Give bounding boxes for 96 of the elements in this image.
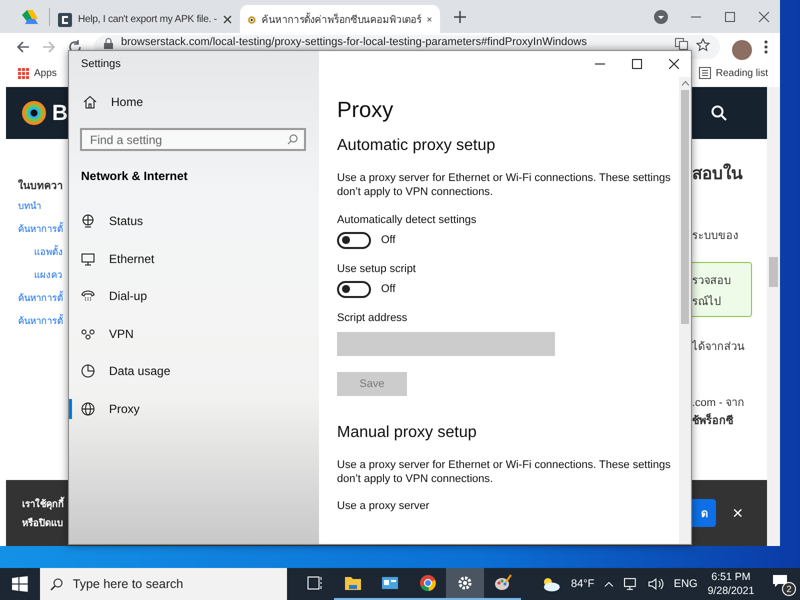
network-icon xyxy=(81,326,95,340)
home-item[interactable]: Home xyxy=(69,92,144,112)
article-text: .com - จาก xyxy=(692,396,745,411)
description-text: Use a proxy server for Ethernet or Wi-Fi connections. These settings don’t apply to VPN connections. xyxy=(337,458,672,486)
notification-badge: 2 xyxy=(782,582,796,596)
group-heading: Manual proxy setup xyxy=(337,424,477,442)
notification-icon[interactable] xyxy=(772,574,788,588)
clock[interactable]: 6:51 PM 9/28/2021 xyxy=(708,570,754,598)
page-title: Proxy xyxy=(337,97,394,123)
brand-name: B xyxy=(52,100,68,126)
reading-list-link[interactable]: Reading list xyxy=(716,68,768,78)
bookmark-link[interactable]: Apps xyxy=(34,68,57,78)
section-heading: Network & Internet xyxy=(81,169,188,183)
maximize-icon[interactable] xyxy=(632,59,642,69)
browser-tab[interactable]: Help, I can't export my APK file. - xyxy=(50,5,240,34)
palette-icon xyxy=(494,574,512,592)
search-icon xyxy=(287,134,298,145)
triangle-icon xyxy=(22,10,38,24)
scrollbar[interactable] xyxy=(679,77,691,544)
group-heading: Automatic proxy setup xyxy=(337,137,496,155)
globe-monitor-icon xyxy=(81,214,95,228)
monitor-icon xyxy=(81,252,95,266)
close-icon[interactable] xyxy=(669,59,679,69)
page-icon xyxy=(58,12,72,26)
setting-label: Use setup script xyxy=(337,262,416,275)
nav-item[interactable]: VPN xyxy=(69,324,319,344)
folder-icon xyxy=(344,574,362,592)
article-text: ได้จากส่วน xyxy=(692,339,745,355)
eye-logo-icon xyxy=(22,101,46,125)
dropdown-icon[interactable] xyxy=(654,10,668,24)
task-view-icon xyxy=(306,574,324,592)
setting-label: Automatically detect settings xyxy=(337,214,476,226)
network-icon[interactable] xyxy=(624,578,638,590)
volume-icon[interactable] xyxy=(648,578,664,590)
globe-icon xyxy=(81,402,95,416)
menu-icon[interactable] xyxy=(764,40,768,54)
scrollbar-thumb[interactable] xyxy=(681,90,689,324)
reading-list-icon[interactable] xyxy=(698,67,711,79)
toc-heading: ในบทควา xyxy=(18,178,63,194)
close-icon[interactable] xyxy=(427,15,432,24)
window-icon xyxy=(381,574,400,592)
toc-link[interactable]: ค้นหาการตั้ xyxy=(18,290,63,305)
search-icon[interactable] xyxy=(711,105,727,121)
toc-link[interactable]: บทนำ xyxy=(18,198,41,213)
search-field[interactable]: Type here to search xyxy=(40,568,287,600)
window-title: Settings xyxy=(81,58,121,70)
cookie-text: หรือปิดแบ xyxy=(22,516,64,530)
scrollbar-thumb[interactable] xyxy=(769,257,778,287)
toc-link[interactable]: แผงคว xyxy=(34,267,62,282)
search-field[interactable]: Find a setting xyxy=(80,128,306,151)
new-tab-icon[interactable] xyxy=(454,10,466,22)
toc-link[interactable]: ค้นหาการตั้ xyxy=(18,313,63,328)
windows-logo-icon[interactable] xyxy=(12,576,28,592)
note-text: รวจสอบ xyxy=(692,274,732,289)
toc-link[interactable]: ค้นหาการตั้ xyxy=(18,221,63,236)
nav-item[interactable]: Dial-up xyxy=(69,286,319,306)
nav-item[interactable]: Data usage xyxy=(69,361,319,381)
description-text: Use a proxy server for Ethernet or Wi-Fi connections. These settings don’t apply to VPN connections. xyxy=(337,171,672,200)
browser-tab[interactable]: ค้นหาการตั้งค่าพร็อกซีบนคอมพิวเตอร์ xyxy=(240,5,440,34)
cookie-text: เราใช้คุกกี้ xyxy=(22,496,70,511)
close-button[interactable]: × xyxy=(728,502,747,524)
setting-label: Script address xyxy=(337,312,408,324)
toggle-state: Off xyxy=(381,283,396,296)
tab-title: ค้นหาการตั้งค่าพร็อกซีบนคอมพิวเตอร์ xyxy=(262,12,422,27)
close-icon[interactable] xyxy=(223,15,232,24)
phone-icon xyxy=(81,289,95,303)
back-icon[interactable] xyxy=(16,40,30,54)
pie-chart-icon xyxy=(81,364,95,378)
scrollbar[interactable] xyxy=(767,87,780,546)
weather-icon xyxy=(541,576,561,592)
taskbar-app[interactable] xyxy=(446,568,484,600)
avatar-icon[interactable] xyxy=(732,40,752,60)
tab-title: Help, I can't export my APK file. - xyxy=(78,14,217,25)
chevron-up-icon[interactable] xyxy=(604,581,614,587)
lock-icon xyxy=(104,38,113,49)
settings-icon xyxy=(456,574,474,592)
article-text: ระบบของ xyxy=(692,229,738,244)
browser-icon xyxy=(418,574,437,592)
nav-item[interactable]: Status xyxy=(69,211,319,231)
apps-grid-icon[interactable] xyxy=(18,68,29,78)
article-text: ช้พร็อกซี xyxy=(692,412,733,429)
toc-link[interactable]: แอพตั้ง xyxy=(34,244,63,259)
article-heading: สอบใน xyxy=(692,162,743,185)
home-icon xyxy=(83,95,97,109)
star-icon[interactable] xyxy=(696,38,710,52)
toggle-state: Off xyxy=(381,234,396,246)
scroll-up-icon[interactable] xyxy=(682,81,688,86)
note-text: รณ์ไป xyxy=(692,294,722,310)
nav-item[interactable]: Ethernet xyxy=(69,248,319,268)
temperature[interactable]: 84°F xyxy=(571,578,594,590)
toggle-switch[interactable] xyxy=(337,280,371,298)
language-indicator[interactable]: ENG xyxy=(674,578,698,590)
translate-icon[interactable] xyxy=(675,38,688,50)
setting-label: Use a proxy server xyxy=(337,500,430,512)
toggle-switch[interactable] xyxy=(337,232,371,249)
accept-button[interactable]: ด xyxy=(692,499,716,527)
